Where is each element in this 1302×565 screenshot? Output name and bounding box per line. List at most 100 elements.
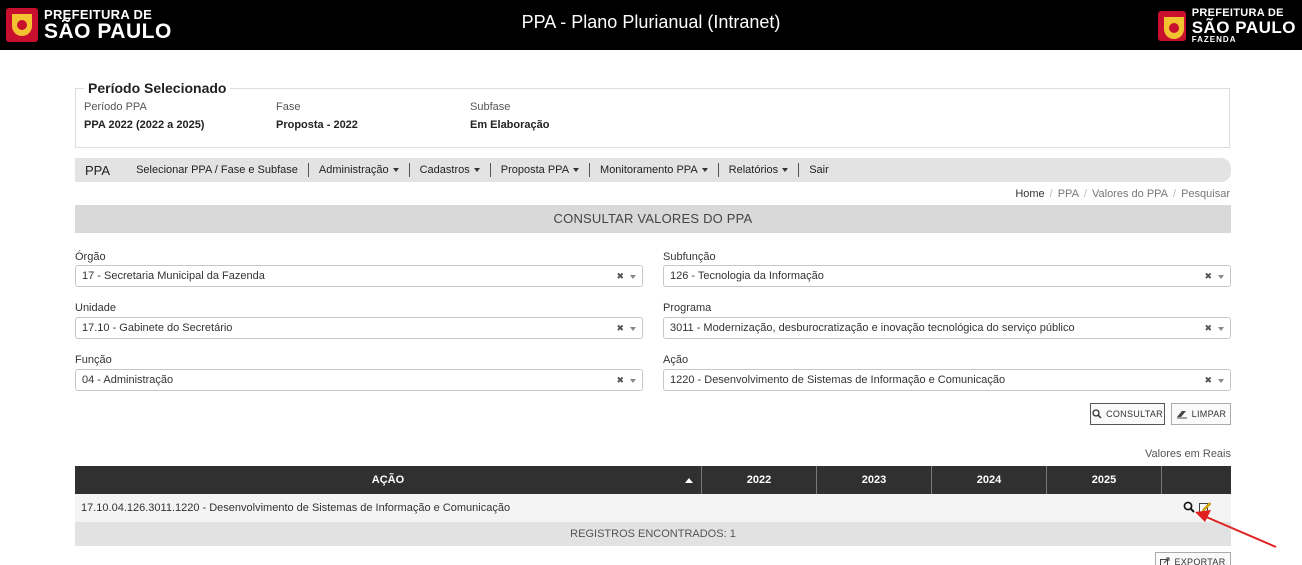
subfuncao-select[interactable]: 126 - Tecnologia da Informação ✖ xyxy=(663,265,1231,287)
exportar-button[interactable]: EXPORTAR xyxy=(1155,552,1231,565)
chevron-down-icon[interactable] xyxy=(630,379,636,383)
app-title: PPA - Plano Plurianual (Intranet) xyxy=(521,12,781,32)
breadcrumb-valores[interactable]: Valores do PPA xyxy=(1092,188,1168,200)
clear-icon[interactable]: ✖ xyxy=(1204,266,1212,286)
column-header-2023[interactable]: 2023 xyxy=(817,466,932,494)
breadcrumb-divider: / xyxy=(1173,188,1177,200)
exportar-label: EXPORTAR xyxy=(1174,557,1226,565)
clear-icon[interactable]: ✖ xyxy=(616,370,624,390)
fase-field: Fase Proposta - 2022 xyxy=(276,101,358,131)
breadcrumb-home[interactable]: Home xyxy=(1015,188,1044,200)
search-icon[interactable] xyxy=(1183,501,1195,513)
clear-icon[interactable]: ✖ xyxy=(1204,370,1212,390)
chevron-down-icon[interactable] xyxy=(1218,327,1224,331)
clear-icon[interactable]: ✖ xyxy=(616,266,624,286)
periodo-selecionado-panel: Período Selecionado Período PPA PPA 2022… xyxy=(75,80,1230,148)
funcao-value: 04 - Administração xyxy=(82,374,174,386)
nav-cadastros[interactable]: Cadastros xyxy=(410,164,490,176)
logo-line-3: FAZENDA xyxy=(1191,35,1237,44)
funcao-label: Função xyxy=(75,354,112,366)
results-table-header: AÇÃO 2022 2023 2024 2025 xyxy=(75,466,1231,494)
breadcrumb-divider: / xyxy=(1049,188,1053,200)
search-icon xyxy=(1092,409,1102,419)
column-header-label: AÇÃO xyxy=(371,474,405,486)
programa-label: Programa xyxy=(663,302,712,314)
caret-down-icon xyxy=(701,168,708,173)
periodo-legend: Período Selecionado xyxy=(84,80,231,96)
nav-brand[interactable]: PPA xyxy=(85,163,110,178)
export-icon xyxy=(1160,557,1170,565)
column-header-actions xyxy=(1162,466,1231,494)
edit-icon[interactable] xyxy=(1199,501,1212,513)
acao-select[interactable]: 1220 - Desenvolvimento de Sistemas de In… xyxy=(663,369,1231,391)
subfuncao-field: Subfunção xyxy=(663,251,716,263)
nav-selecionar-ppa[interactable]: Selecionar PPA / Fase e Subfase xyxy=(126,164,308,176)
nav-label: Relatórios xyxy=(728,164,779,176)
programa-field: Programa xyxy=(663,302,711,314)
periodo-ppa-value: PPA 2022 (2022 a 2025) xyxy=(84,119,205,131)
chevron-down-icon[interactable] xyxy=(1218,275,1224,279)
chevron-down-icon[interactable] xyxy=(1218,379,1224,383)
sort-asc-icon[interactable] xyxy=(685,477,693,483)
nav-sair[interactable]: Sair xyxy=(799,164,839,176)
breadcrumb-divider: / xyxy=(1083,188,1087,200)
breadcrumb: Home / PPA / Valores do PPA / Pesquisar xyxy=(1015,188,1230,200)
fase-label: Fase xyxy=(276,101,301,113)
column-header-2024[interactable]: 2024 xyxy=(932,466,1047,494)
registros-encontrados: REGISTROS ENCONTRADOS: 1 xyxy=(75,522,1231,546)
chevron-down-icon[interactable] xyxy=(630,275,636,279)
funcao-select[interactable]: 04 - Administração ✖ xyxy=(75,369,643,391)
unidade-value: 17.10 - Gabinete do Secretário xyxy=(82,322,233,334)
caret-down-icon xyxy=(473,168,480,173)
column-header-acao[interactable]: AÇÃO xyxy=(75,466,702,494)
programa-value: 3011 - Modernização, desburocratização e… xyxy=(670,322,1075,334)
orgao-value: 17 - Secretaria Municipal da Fazenda xyxy=(82,270,265,282)
nav-label: Proposta PPA xyxy=(500,164,570,176)
limpar-label: LIMPAR xyxy=(1191,409,1227,419)
row-actions xyxy=(1183,501,1212,513)
nav-administracao[interactable]: Administração xyxy=(309,164,409,176)
consultar-button[interactable]: CONSULTAR xyxy=(1090,403,1165,425)
column-header-2025[interactable]: 2025 xyxy=(1047,466,1162,494)
city-crest-icon xyxy=(1157,11,1186,41)
breadcrumb-ppa[interactable]: PPA xyxy=(1058,188,1079,200)
consultar-label: CONSULTAR xyxy=(1106,409,1163,419)
fase-value: Proposta - 2022 xyxy=(276,119,358,131)
subfase-label: Subfase xyxy=(470,101,511,113)
caret-down-icon xyxy=(392,168,399,173)
unidade-select[interactable]: 17.10 - Gabinete do Secretário ✖ xyxy=(75,317,643,339)
subfuncao-label: Subfunção xyxy=(663,251,716,263)
periodo-ppa-label: Período PPA xyxy=(84,101,147,113)
unidade-field: Unidade xyxy=(75,302,116,314)
orgao-label: Órgão xyxy=(75,251,106,263)
nav-proposta-ppa[interactable]: Proposta PPA xyxy=(491,164,589,176)
caret-down-icon xyxy=(782,168,789,173)
nav-monitoramento-ppa[interactable]: Monitoramento PPA xyxy=(590,164,718,176)
nav-relatorios[interactable]: Relatórios xyxy=(719,164,799,176)
clear-icon[interactable]: ✖ xyxy=(1204,318,1212,338)
nav-label: Cadastros xyxy=(419,164,470,176)
subfase-field: Subfase Em Elaboração xyxy=(470,101,549,131)
row-acao-cell: 17.10.04.126.3011.1220 - Desenvolvimento… xyxy=(81,502,511,514)
periodo-ppa-field: Período PPA PPA 2022 (2022 a 2025) xyxy=(84,101,204,131)
unidade-label: Unidade xyxy=(75,302,116,314)
breadcrumb-current: Pesquisar xyxy=(1181,188,1230,200)
acao-label: Ação xyxy=(663,354,689,366)
funcao-field: Função xyxy=(75,354,112,366)
logo-line-2: SÃO PAULO xyxy=(1191,18,1296,37)
chevron-down-icon[interactable] xyxy=(630,327,636,331)
nav-label: Monitoramento PPA xyxy=(600,164,698,176)
caret-down-icon xyxy=(573,168,580,173)
table-row: 17.10.04.126.3011.1220 - Desenvolvimento… xyxy=(75,494,1231,522)
nav-label: Administração xyxy=(318,164,389,176)
limpar-button[interactable]: LIMPAR xyxy=(1171,403,1231,425)
clear-icon[interactable]: ✖ xyxy=(616,318,624,338)
column-header-2022[interactable]: 2022 xyxy=(702,466,817,494)
main-nav: PPA Selecionar PPA / Fase e Subfase Admi… xyxy=(75,158,1231,182)
orgao-select[interactable]: 17 - Secretaria Municipal da Fazenda ✖ xyxy=(75,265,643,287)
acao-value: 1220 - Desenvolvimento de Sistemas de In… xyxy=(670,374,1006,386)
subfase-value: Em Elaboração xyxy=(470,119,550,131)
programa-select[interactable]: 3011 - Modernização, desburocratização e… xyxy=(663,317,1231,339)
fazenda-logo: PREFEITURA DE SÃO PAULO FAZENDA xyxy=(1157,8,1296,44)
eraser-icon xyxy=(1176,411,1187,419)
